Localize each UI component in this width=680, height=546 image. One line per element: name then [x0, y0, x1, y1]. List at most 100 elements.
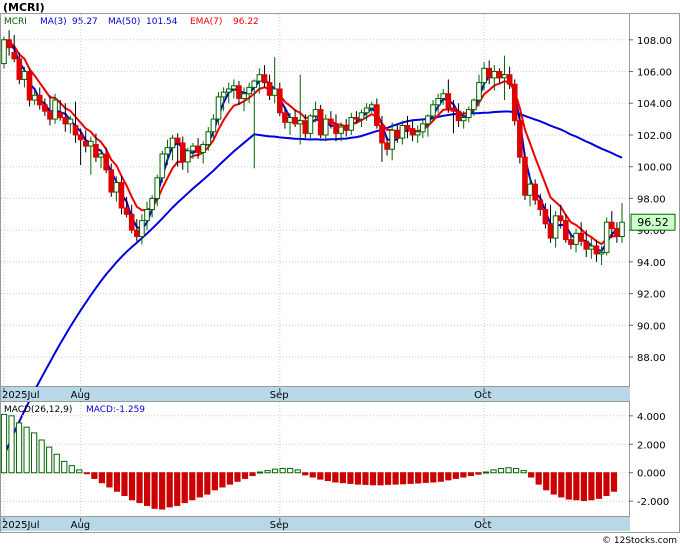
candle-body: [307, 115, 314, 134]
candle-body: [322, 118, 329, 136]
candle-body: [200, 143, 206, 153]
candle-body: [21, 71, 28, 80]
candle-body: [435, 97, 441, 106]
chart-title: (MCRI): [3, 1, 45, 14]
macd-bar: [339, 472, 346, 484]
macd-bar: [241, 472, 249, 479]
candle-body: [103, 153, 109, 171]
candle-body: [312, 109, 319, 117]
macd-bar: [151, 472, 158, 509]
candle-body: [384, 142, 390, 150]
candle-body: [404, 124, 411, 130]
candle-body: [537, 199, 544, 211]
macd-bar: [264, 470, 271, 474]
candle-body: [302, 120, 309, 134]
price-tick-label: 90.00: [637, 321, 666, 332]
candle-body: [603, 221, 610, 253]
macd-bar: [407, 472, 414, 484]
date-bottom-label: Oct: [474, 520, 491, 531]
candle-body: [1, 39, 7, 65]
candle-body: [563, 220, 569, 241]
macd-tick-label: -2.000: [637, 497, 669, 508]
macd-bar: [219, 472, 226, 488]
macd-bar: [76, 469, 83, 474]
candle: [511, 79, 518, 126]
macd-bar: [543, 472, 550, 491]
candle-body: [185, 150, 191, 163]
macd-bar: [535, 472, 542, 485]
candle-body: [62, 117, 69, 125]
macd-bar: [234, 472, 241, 482]
macd-bar: [61, 460, 68, 474]
macd-bar: [324, 472, 331, 482]
candle-body: [374, 104, 380, 126]
macd-bar: [174, 472, 181, 506]
candle-body: [491, 71, 498, 79]
candle-body: [583, 240, 590, 250]
macd-bar: [603, 472, 610, 497]
legend-ma3-label: MA(3): [40, 17, 67, 27]
macd-tick-label: 2.000: [637, 440, 666, 451]
candle-body: [547, 223, 554, 239]
candle-body: [6, 39, 12, 49]
candle-body: [389, 129, 395, 150]
candle-body: [16, 58, 23, 80]
candle: [603, 217, 610, 256]
candle-body: [144, 209, 150, 222]
date-top-label: Aug: [71, 390, 91, 401]
candle-body: [11, 51, 18, 60]
candle-body: [77, 134, 84, 141]
macd-bar: [23, 426, 30, 474]
macd-bar: [143, 472, 151, 506]
macd-bar: [505, 467, 512, 474]
macd-bar: [98, 472, 106, 484]
macd-bar: [475, 472, 482, 475]
candle: [522, 152, 528, 200]
macd-bar: [384, 472, 392, 485]
candle-body: [236, 85, 242, 99]
candle-body: [486, 67, 493, 79]
macd-bar: [279, 467, 286, 474]
macd-bar: [490, 469, 497, 474]
candle-body: [164, 147, 171, 155]
candle-body: [506, 74, 513, 85]
candle-body: [614, 228, 620, 237]
candle: [159, 150, 166, 183]
candle-body: [476, 82, 482, 101]
date-top-label: Sep: [270, 390, 289, 401]
date-bottom-label: 2025Jul: [2, 520, 40, 531]
candle-body: [593, 245, 600, 255]
macd-bar: [121, 472, 128, 497]
candle-body: [287, 117, 293, 123]
macd-bar: [528, 472, 535, 478]
candle-body: [542, 209, 549, 225]
macd-bar: [106, 472, 113, 488]
candle-body: [619, 221, 625, 237]
candle-body: [261, 74, 268, 84]
price-tick-label: 106.00: [637, 68, 672, 79]
candle-body: [363, 107, 370, 114]
candle-body: [517, 120, 523, 158]
candle-body: [266, 82, 273, 96]
candle-body: [501, 74, 508, 79]
macd-bar: [512, 467, 520, 474]
candle-body: [532, 183, 538, 201]
candle-body: [425, 115, 431, 125]
last-price-tag-text: 96.52: [637, 216, 669, 229]
candle-body: [496, 71, 503, 79]
candle-body: [72, 124, 79, 136]
price-tick-label: 88.00: [637, 353, 666, 364]
chart-frame: [0, 13, 680, 533]
price-legend: MCRI MA(3) 95.27 MA(50) 101.54 EMA(7) 96…: [4, 17, 259, 27]
candle-body: [348, 117, 355, 131]
candle-body: [220, 91, 227, 98]
macd-bar: [91, 472, 98, 479]
candle-body: [358, 112, 365, 120]
candle-body: [195, 145, 201, 153]
date-top-label: Oct: [474, 390, 491, 401]
candle-body: [511, 83, 518, 122]
candle-body: [568, 239, 574, 245]
macd-bar: [595, 472, 603, 499]
stock-chart: (MCRI) MCRI MA(3) 95.27 MA(50) 101.54 EM…: [0, 0, 680, 546]
candle-body: [379, 124, 385, 144]
